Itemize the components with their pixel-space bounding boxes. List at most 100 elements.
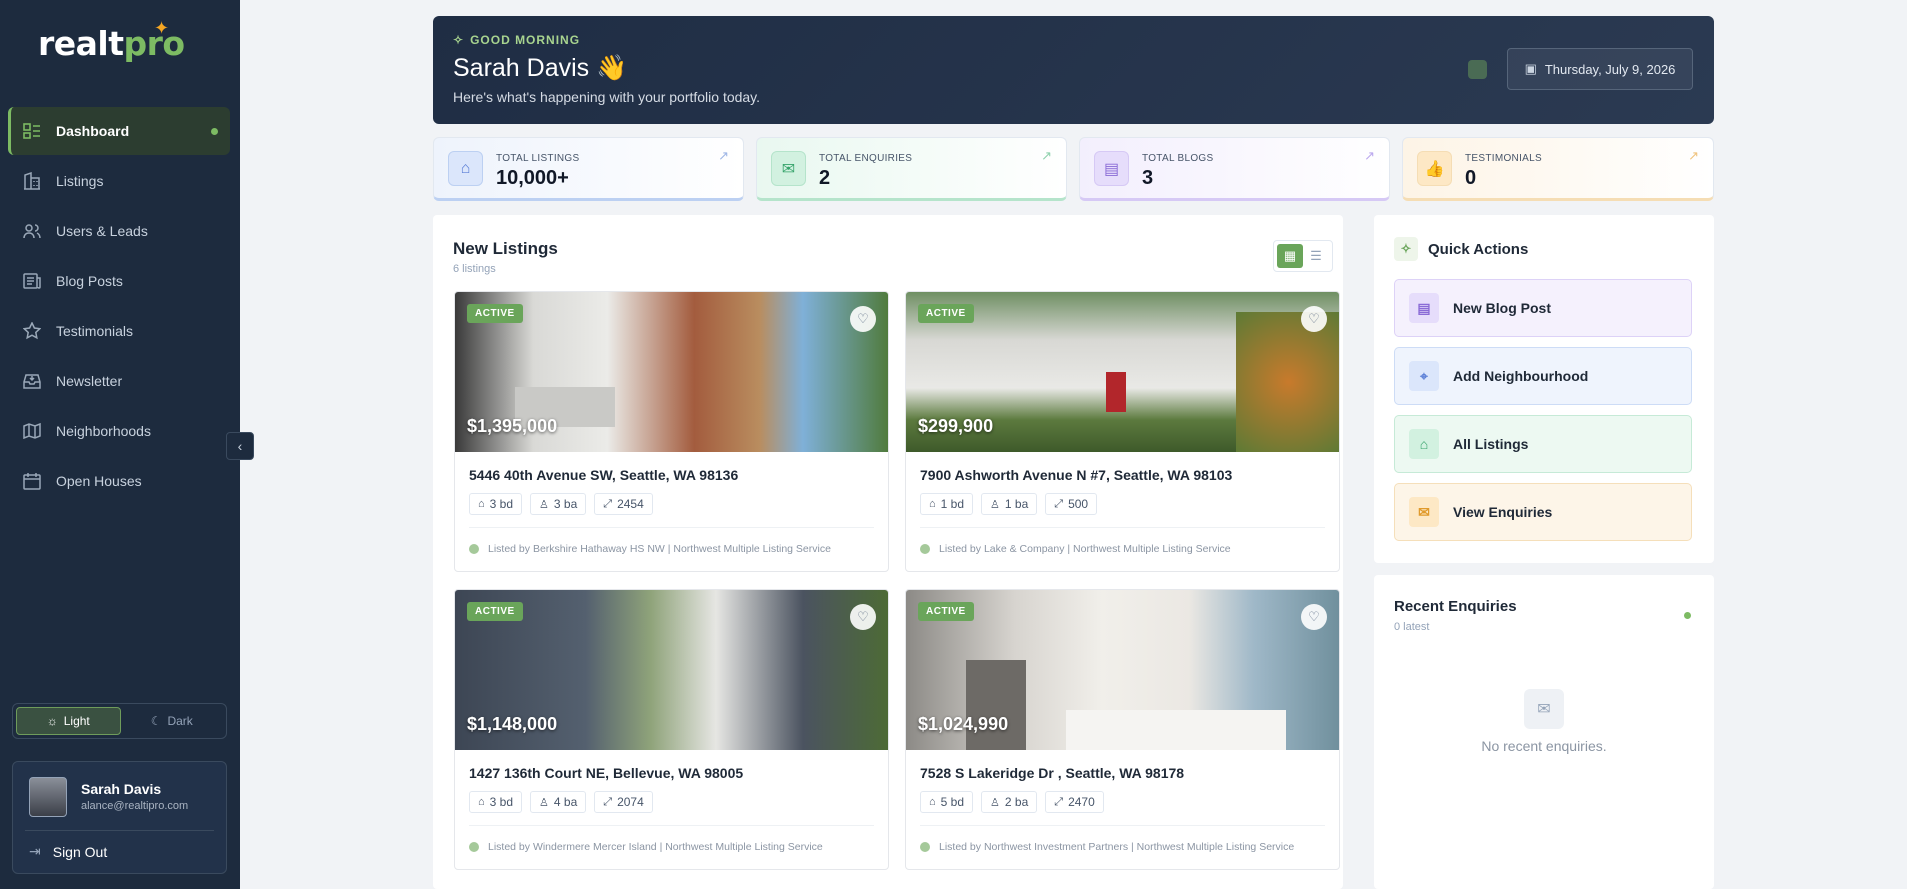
sidebar-item-label: Testimonials xyxy=(56,323,134,339)
stat-label: TOTAL LISTINGS xyxy=(496,153,580,164)
greeting: ✧ GOOD MORNING xyxy=(453,33,580,47)
sidebar-item-dashboard[interactable]: Dashboard xyxy=(8,107,230,155)
favorite-button[interactable]: ♡ xyxy=(1301,604,1327,630)
trend-up-icon: ↗ xyxy=(1041,148,1052,163)
stat-value: 0 xyxy=(1465,167,1477,189)
list-view-button[interactable]: ☰ xyxy=(1303,244,1329,268)
sidebar-item-label: Newsletter xyxy=(56,373,123,389)
date-display: ▣ Thursday, July 9, 2026 xyxy=(1507,48,1693,90)
favorite-button[interactable]: ♡ xyxy=(1301,306,1327,332)
quick-actions-header: ✧ Quick Actions xyxy=(1394,237,1528,261)
status-badge: ACTIVE xyxy=(467,602,523,621)
divider xyxy=(469,527,874,528)
favorite-button[interactable]: ♡ xyxy=(850,604,876,630)
beds-value: 1 bd xyxy=(940,497,965,511)
sidebar-item-testimonials[interactable]: Testimonials xyxy=(8,307,230,355)
listing-address[interactable]: 7528 S Lakeridge Dr , Seattle, WA 98178 xyxy=(920,765,1184,781)
listing-card[interactable]: ACTIVE ♡ $1,024,990 7528 S Lakeridge Dr … xyxy=(905,589,1340,870)
brand-logo[interactable]: realt ✦ pro xyxy=(38,18,185,63)
light-theme-button[interactable]: ☼ Light xyxy=(16,707,121,735)
section-title: Quick Actions xyxy=(1428,240,1529,258)
newspaper-icon xyxy=(22,271,42,291)
baths-spec: ♙ 2 ba xyxy=(981,791,1038,813)
quick-actions-panel: ✧ Quick Actions ▤ New Blog Post ⌖ Add Neigh… xyxy=(1374,215,1714,563)
stat-testimonials[interactable]: 👍 TESTIMONIALS 0 ↗ xyxy=(1402,137,1714,201)
person-icon: ♙ xyxy=(539,498,549,511)
listed-by: Listed by Windermere Mercer Island | Nor… xyxy=(469,841,823,853)
listing-count: 6 listings xyxy=(453,263,496,275)
listing-address[interactable]: 7900 Ashworth Avenue N #7, Seattle, WA 9… xyxy=(920,467,1232,483)
beds-value: 3 bd xyxy=(489,795,514,809)
stat-value: 3 xyxy=(1142,167,1154,189)
stat-total-enquiries[interactable]: ✉ TOTAL ENQUIRIES 2 ↗ xyxy=(756,137,1067,201)
sidebar-item-blog-posts[interactable]: Blog Posts xyxy=(8,257,230,305)
date-text: Thursday, July 9, 2026 xyxy=(1544,61,1676,77)
listing-card[interactable]: ACTIVE ♡ $299,900 7900 Ashworth Avenue N… xyxy=(905,291,1340,572)
empty-state-text: No recent enquiries. xyxy=(1481,738,1607,754)
expand-icon: ⤢ xyxy=(603,795,613,808)
thumbs-up-icon: 👍 xyxy=(1417,151,1452,186)
new-blog-post-button[interactable]: ▤ New Blog Post xyxy=(1394,279,1692,337)
status-badge: ACTIVE xyxy=(467,304,523,323)
document-icon: ▤ xyxy=(1094,151,1129,186)
recent-enquiries-panel: Recent Enquiries 0 latest ✉ No recent en… xyxy=(1374,575,1714,889)
action-label: New Blog Post xyxy=(1453,300,1552,316)
sign-out-button[interactable]: ⇥ Sign Out xyxy=(29,843,107,860)
sqft-value: 500 xyxy=(1068,497,1089,511)
star-icon xyxy=(22,321,42,341)
listing-address[interactable]: 1427 136th Court NE, Bellevue, WA 98005 xyxy=(469,765,743,781)
welcome-banner: ✧ GOOD MORNING Sarah Davis 👋 Here's what'… xyxy=(433,16,1714,124)
collapse-sidebar-button[interactable]: ‹ xyxy=(226,432,254,460)
listing-price: $1,148,000 xyxy=(467,714,558,734)
home-icon: ⌂ xyxy=(448,151,483,186)
live-indicator xyxy=(1684,612,1691,619)
sqft-spec: ⤢ 2074 xyxy=(594,791,653,813)
sidebar-item-label: Neighborhoods xyxy=(56,423,151,439)
grid-view-button[interactable]: ▦ xyxy=(1277,244,1303,268)
mail-icon: ✉ xyxy=(1409,497,1439,527)
stat-total-blogs[interactable]: ▤ TOTAL BLOGS 3 ↗ xyxy=(1079,137,1390,201)
divider xyxy=(469,825,874,826)
listing-specs: ⌂ 3 bd ♙ 4 ba ⤢ 2074 xyxy=(469,791,661,813)
sidebar-item-open-houses[interactable]: Open Houses xyxy=(8,457,230,505)
dark-theme-button[interactable]: ☾ Dark xyxy=(121,707,224,735)
light-label: Light xyxy=(63,714,90,728)
listing-specs: ⌂ 3 bd ♙ 3 ba ⤢ 2454 xyxy=(469,493,661,515)
bed-icon: ⌂ xyxy=(929,796,936,808)
action-label: Add Neighbourhood xyxy=(1453,368,1589,384)
view-enquiries-button[interactable]: ✉ View Enquiries xyxy=(1394,483,1692,541)
sidebar-item-listings[interactable]: Listings xyxy=(8,157,230,205)
expand-icon: ⤢ xyxy=(1054,497,1064,510)
action-label: View Enquiries xyxy=(1453,504,1553,520)
tree xyxy=(1236,312,1339,452)
logout-icon: ⇥ xyxy=(29,843,41,859)
list-icon: ☰ xyxy=(1310,248,1322,263)
baths-spec: ♙ 1 ba xyxy=(981,493,1038,515)
beds-spec: ⌂ 3 bd xyxy=(469,493,523,515)
sidebar-item-neighborhoods[interactable]: Neighborhoods xyxy=(8,407,230,455)
listing-price: $1,395,000 xyxy=(467,416,558,436)
expand-icon: ⤢ xyxy=(603,497,613,510)
add-neighbourhood-button[interactable]: ⌖ Add Neighbourhood xyxy=(1394,347,1692,405)
status-square-icon xyxy=(1468,60,1487,79)
active-indicator xyxy=(211,128,218,135)
sidebar-item-users-leads[interactable]: Users & Leads xyxy=(8,207,230,255)
listing-card[interactable]: ACTIVE ♡ $1,395,000 5446 40th Avenue SW,… xyxy=(454,291,889,572)
stat-total-listings[interactable]: ⌂ TOTAL LISTINGS 10,000+ ↗ xyxy=(433,137,744,201)
document-icon: ▤ xyxy=(1409,293,1439,323)
listed-by-text: Listed by Northwest Investment Partners … xyxy=(939,841,1295,853)
listing-address[interactable]: 5446 40th Avenue SW, Seattle, WA 98136 xyxy=(469,467,738,483)
sqft-value: 2454 xyxy=(617,497,644,511)
grid-icon: ▦ xyxy=(1283,248,1297,263)
all-listings-button[interactable]: ⌂ All Listings xyxy=(1394,415,1692,473)
heart-icon: ♡ xyxy=(857,311,869,326)
beds-value: 5 bd xyxy=(940,795,965,809)
home-icon: ⌂ xyxy=(1409,429,1439,459)
listing-card[interactable]: ACTIVE ♡ $1,148,000 1427 136th Court NE,… xyxy=(454,589,889,870)
agency-icon xyxy=(469,842,479,852)
view-toggle: ▦ ☰ xyxy=(1273,240,1333,272)
sidebar-item-newsletter[interactable]: Newsletter xyxy=(8,357,230,405)
sparkle-icon: ✧ xyxy=(1394,237,1418,261)
favorite-button[interactable]: ♡ xyxy=(850,306,876,332)
trend-up-icon: ↗ xyxy=(1364,148,1375,163)
